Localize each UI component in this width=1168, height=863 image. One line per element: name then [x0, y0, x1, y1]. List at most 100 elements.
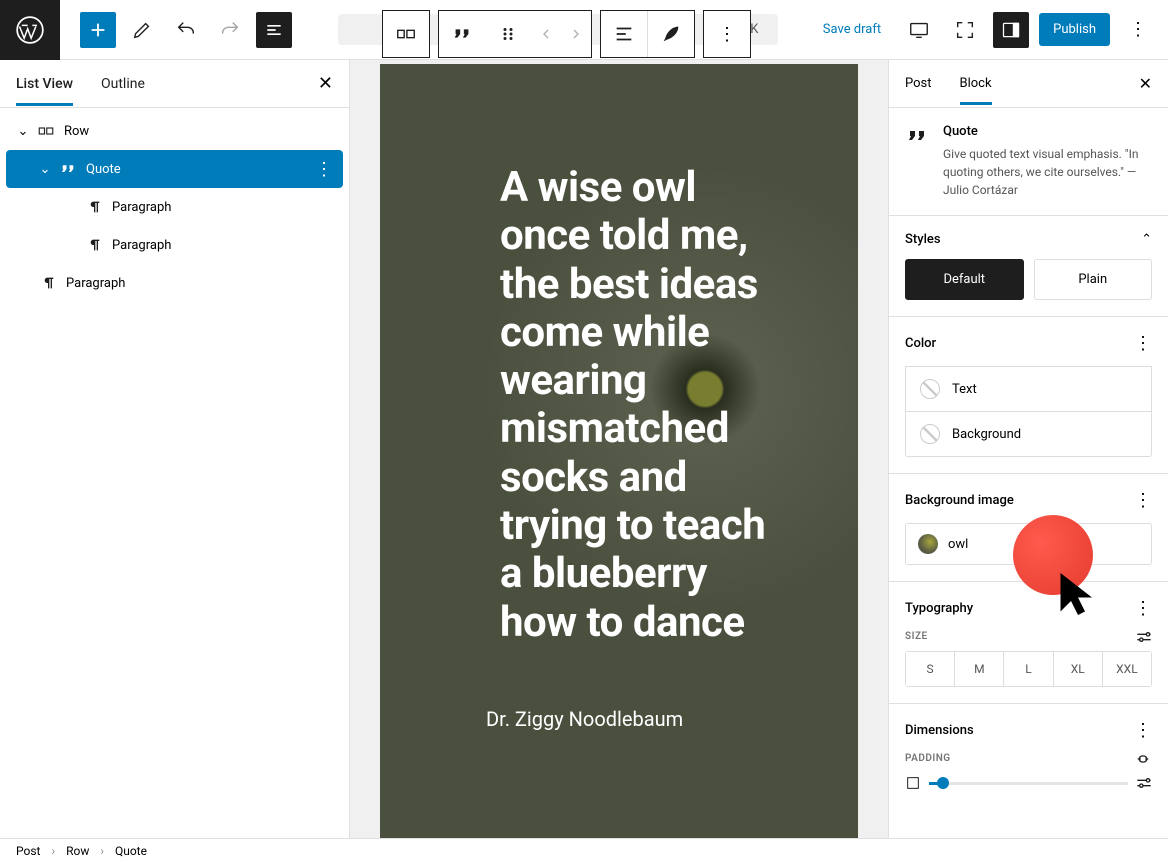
editor-canvas[interactable]: A wise owl once told me, the best ideas …: [350, 60, 888, 838]
image-thumb-icon: [918, 534, 938, 554]
color-background-row[interactable]: Background: [905, 412, 1152, 457]
font-size-buttons: S M L XL XXL: [905, 651, 1152, 687]
wordpress-logo[interactable]: [0, 0, 60, 60]
close-icon[interactable]: ✕: [1139, 74, 1152, 93]
add-block-button[interactable]: [80, 12, 116, 48]
quote-icon: [58, 159, 78, 179]
block-options-button[interactable]: [704, 11, 750, 57]
feather-button[interactable]: [648, 11, 694, 57]
tab-outline[interactable]: Outline: [101, 62, 145, 106]
block-tree: ⌄ Row ⌄ Quote Paragraph Paragraph Paragr…: [0, 108, 349, 306]
tree-item-paragraph[interactable]: Paragraph: [4, 226, 345, 264]
size-s[interactable]: S: [906, 652, 955, 686]
size-l[interactable]: L: [1004, 652, 1053, 686]
tree-item-paragraph[interactable]: Paragraph: [4, 264, 345, 302]
quote-citation[interactable]: Dr. Ziggy Noodlebaum: [486, 707, 786, 731]
style-default[interactable]: Default: [905, 259, 1024, 300]
chevron-right-icon: ›: [100, 844, 104, 858]
background-image-section: Background image owl: [889, 474, 1168, 582]
link-icon[interactable]: [1134, 753, 1152, 765]
drag-handle[interactable]: [485, 11, 531, 57]
row-icon: [36, 121, 56, 141]
size-label: SIZE: [905, 631, 928, 643]
close-icon[interactable]: ✕: [318, 73, 333, 94]
edit-tools-button[interactable]: [124, 12, 160, 48]
paragraph-icon: [84, 235, 104, 255]
settings-sidebar-button[interactable]: [993, 12, 1029, 48]
color-text-row[interactable]: Text: [905, 366, 1152, 412]
tree-label: Row: [64, 124, 89, 139]
main-area: List View Outline ✕ ⌄ Row ⌄ Quote Paragr…: [0, 60, 1168, 838]
bg-image-options[interactable]: [1134, 490, 1152, 511]
align-button[interactable]: [601, 11, 647, 57]
list-view-panel: List View Outline ✕ ⌄ Row ⌄ Quote Paragr…: [0, 60, 350, 838]
right-panel-tabs: Post Block ✕: [889, 60, 1168, 108]
tab-block[interactable]: Block: [960, 62, 992, 105]
tree-item-quote[interactable]: ⌄ Quote: [6, 150, 343, 188]
quote-block[interactable]: A wise owl once told me, the best ideas …: [380, 124, 858, 751]
box-sides-icon: [905, 775, 921, 791]
tab-post[interactable]: Post: [905, 62, 932, 105]
sliders-icon[interactable]: [1136, 777, 1152, 789]
quote-text[interactable]: A wise owl once told me, the best ideas …: [500, 164, 786, 647]
settings-panel: Post Block ✕ Quote Give quoted text visu…: [888, 60, 1168, 838]
tree-label: Paragraph: [112, 200, 171, 215]
content-block[interactable]: A wise owl once told me, the best ideas …: [380, 64, 858, 838]
style-plain[interactable]: Plain: [1034, 259, 1153, 300]
tree-item-options[interactable]: [315, 159, 333, 180]
color-swatch-icon: [920, 424, 940, 444]
crumb-post[interactable]: Post: [16, 844, 40, 858]
tree-label: Quote: [86, 162, 121, 177]
color-section: Color Text Background: [889, 317, 1168, 474]
dots-vertical-icon: [718, 24, 736, 45]
fullscreen-button[interactable]: [947, 12, 983, 48]
save-draft-button[interactable]: Save draft: [813, 16, 891, 43]
paragraph-icon: [84, 197, 104, 217]
size-xl[interactable]: XL: [1054, 652, 1103, 686]
tree-item-row[interactable]: ⌄ Row: [4, 112, 345, 150]
block-help: Give quoted text visual emphasis. "In qu…: [943, 145, 1152, 199]
dimensions-section: Dimensions PADDING: [889, 704, 1168, 807]
block-toolbar: [382, 10, 751, 58]
preview-device-button[interactable]: [901, 12, 937, 48]
padding-slider[interactable]: [905, 775, 1152, 791]
block-desc-text: Quote Give quoted text visual emphasis. …: [943, 124, 1152, 199]
styles-section: Styles ⌃ Default Plain: [889, 216, 1168, 317]
block-name: Quote: [943, 124, 1152, 139]
crumb-row[interactable]: Row: [66, 844, 89, 858]
tree-item-paragraph[interactable]: Paragraph: [4, 188, 345, 226]
bg-image-picker[interactable]: owl: [905, 523, 1152, 565]
dimensions-label: Dimensions: [905, 723, 974, 738]
block-type-button[interactable]: [439, 11, 485, 57]
undo-button[interactable]: [168, 12, 204, 48]
chevron-right-icon: ›: [51, 844, 55, 858]
topbar-right: Save draft Publish: [813, 12, 1168, 48]
padding-label: PADDING: [905, 753, 951, 765]
dimensions-options[interactable]: [1134, 720, 1152, 741]
size-xxl[interactable]: XXL: [1103, 652, 1151, 686]
tree-label: Paragraph: [112, 238, 171, 253]
bg-image-label: Background image: [905, 493, 1014, 508]
document-overview-button[interactable]: [256, 12, 292, 48]
typography-label: Typography: [905, 601, 973, 616]
move-left-button[interactable]: [531, 11, 561, 57]
topbar-left: [0, 0, 304, 60]
styles-header[interactable]: Styles ⌃: [905, 232, 1152, 247]
quote-icon: [905, 124, 929, 148]
paragraph-icon: [38, 273, 58, 293]
tab-list-view[interactable]: List View: [16, 62, 73, 106]
move-right-button[interactable]: [561, 11, 591, 57]
size-m[interactable]: M: [955, 652, 1004, 686]
tree-label: Paragraph: [66, 276, 125, 291]
options-button[interactable]: [1120, 12, 1156, 48]
publish-button[interactable]: Publish: [1039, 13, 1110, 46]
crumb-quote[interactable]: Quote: [115, 844, 147, 858]
color-options[interactable]: [1134, 333, 1152, 354]
redo-button[interactable]: [212, 12, 248, 48]
chevron-up-icon: ⌃: [1141, 232, 1152, 247]
typography-options[interactable]: [1134, 598, 1152, 619]
sliders-icon[interactable]: [1136, 631, 1152, 643]
block-description: Quote Give quoted text visual emphasis. …: [889, 108, 1168, 216]
color-label: Color: [905, 336, 936, 351]
parent-block-button[interactable]: [383, 11, 429, 57]
